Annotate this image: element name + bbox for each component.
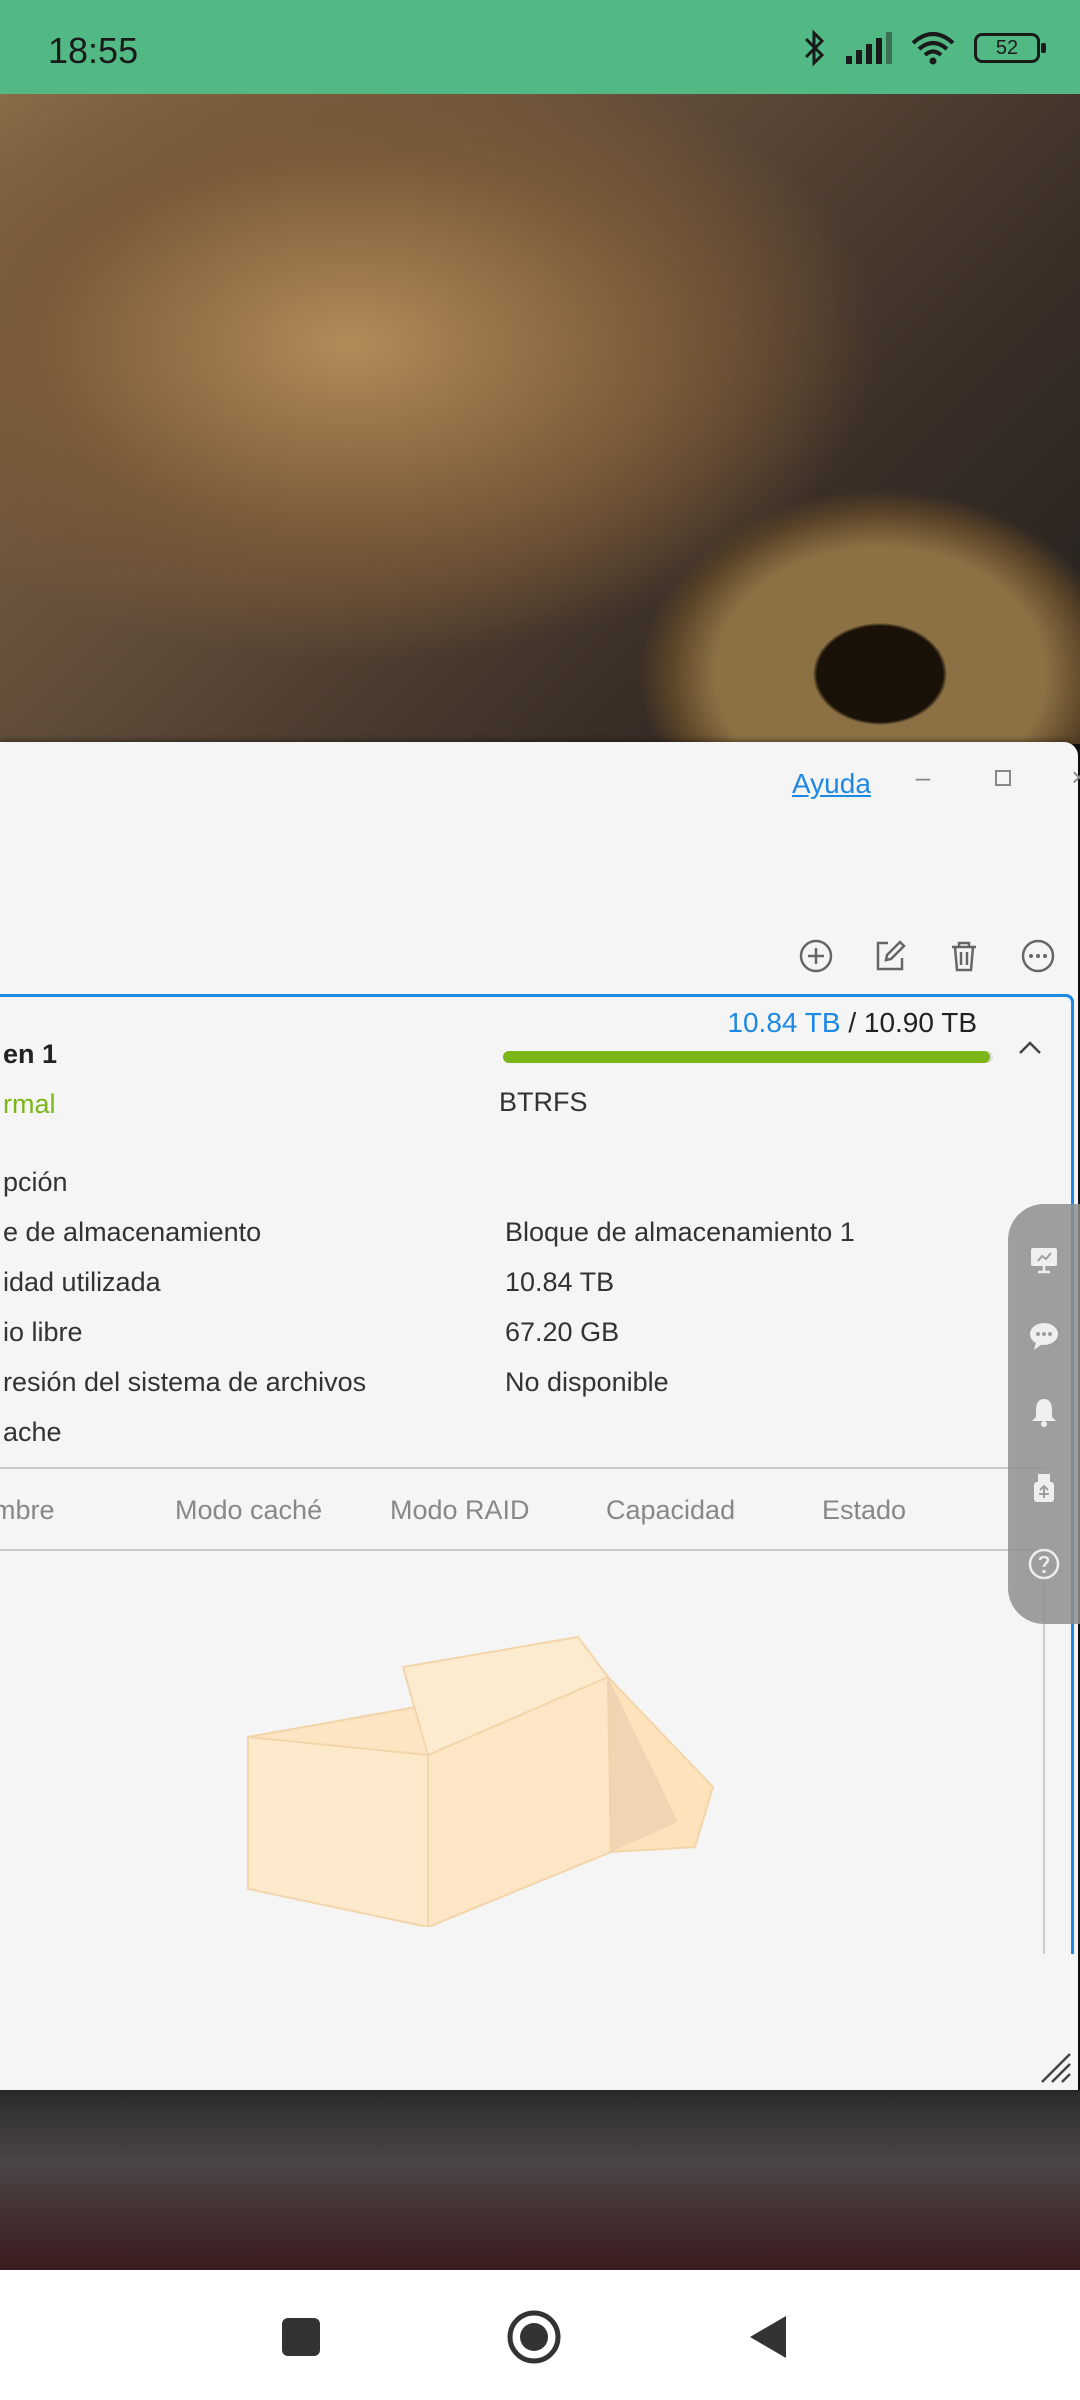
more-icon[interactable]	[1020, 938, 1056, 974]
home-icon[interactable]	[506, 2309, 562, 2365]
recent-apps-icon[interactable]	[276, 2312, 326, 2362]
property-row: resión del sistema de archivos No dispon…	[3, 1367, 1003, 1417]
resize-grip-icon[interactable]	[1036, 2048, 1072, 2084]
chevron-up-icon[interactable]	[1015, 1033, 1045, 1063]
property-value: 10.84 TB	[505, 1267, 615, 1297]
property-row: pción	[3, 1167, 1003, 1217]
close-icon[interactable]: ×	[1064, 762, 1080, 793]
property-row: idad utilizada 10.84 TB	[3, 1267, 1003, 1317]
cache-section-label: ache	[3, 1417, 62, 1447]
battery-level: 52	[995, 37, 1019, 59]
capacity-used: 10.84 TB	[727, 1007, 841, 1038]
property-row: e de almacenamiento Bloque de almacenami…	[3, 1217, 1003, 1267]
property-key: io libre	[3, 1317, 83, 1347]
status-bar: 18:55 52	[0, 0, 1080, 94]
chat-icon[interactable]	[1028, 1320, 1060, 1352]
volume-name: en 1	[3, 1039, 58, 1069]
add-icon[interactable]	[798, 938, 834, 974]
signal-icon	[846, 32, 892, 64]
volume-properties: pción e de almacenamiento Bloque de alma…	[3, 1167, 1003, 1417]
capacity-text: 10.84 TB / 10.90 TB	[727, 1007, 977, 1039]
column-header-name[interactable]: mbre	[0, 1495, 55, 1526]
column-header-capacity[interactable]: Capacidad	[606, 1495, 735, 1526]
property-key: resión del sistema de archivos	[3, 1367, 367, 1397]
minimize-icon[interactable]: –	[908, 762, 938, 793]
property-value: 67.20 GB	[505, 1317, 620, 1347]
capacity-bar	[503, 1051, 993, 1063]
status-time: 18:55	[48, 30, 139, 71]
status-icons: 52	[802, 28, 1046, 68]
edit-icon[interactable]	[872, 938, 908, 974]
battery-icon: 52	[974, 33, 1046, 63]
property-value: No disponible	[505, 1367, 669, 1397]
cache-table-header: mbre Modo caché Modo RAID Capacidad Esta…	[0, 1467, 1045, 1551]
help-link[interactable]: Ayuda	[792, 768, 871, 800]
capacity-separator: /	[848, 1007, 857, 1038]
column-header-status[interactable]: Estado	[822, 1495, 906, 1526]
column-header-raid-mode[interactable]: Modo RAID	[390, 1495, 530, 1526]
property-key: idad utilizada	[3, 1267, 161, 1297]
navigation-bar	[0, 2270, 1080, 2400]
delete-icon[interactable]	[946, 938, 982, 974]
maximize-icon[interactable]	[988, 762, 1018, 793]
wallpaper	[0, 94, 1080, 744]
volume-card[interactable]: en 1 rmal 10.84 TB / 10.90 TB BTRFS pció…	[0, 994, 1074, 1954]
floating-side-panel	[1008, 1204, 1080, 1624]
storage-manager-window: Ayuda – × en 1 rmal 10.84 TB / 10.90 TB	[0, 742, 1080, 2090]
filesystem-type: BTRFS	[499, 1087, 588, 1117]
property-key: pción	[3, 1167, 68, 1197]
bluetooth-icon	[804, 29, 825, 67]
capacity-bar-fill	[503, 1051, 991, 1063]
help-icon[interactable]	[1028, 1548, 1060, 1580]
volume-status: rmal	[3, 1089, 56, 1119]
column-header-cache-mode[interactable]: Modo caché	[175, 1495, 322, 1526]
property-row: io libre 67.20 GB	[3, 1317, 1003, 1367]
wallpaper-bottom	[0, 2090, 1080, 2270]
capacity-total: 10.90 TB	[863, 1007, 977, 1038]
property-value: Bloque de almacenamiento 1	[505, 1217, 855, 1247]
property-key: e de almacenamiento	[3, 1217, 262, 1247]
monitor-icon[interactable]	[1028, 1244, 1060, 1276]
toolbar	[798, 938, 1056, 974]
empty-box-illustration	[247, 1635, 715, 1927]
wifi-icon	[911, 32, 955, 65]
bell-icon[interactable]	[1028, 1396, 1060, 1428]
usb-icon[interactable]	[1028, 1472, 1060, 1504]
back-icon[interactable]	[744, 2312, 794, 2362]
